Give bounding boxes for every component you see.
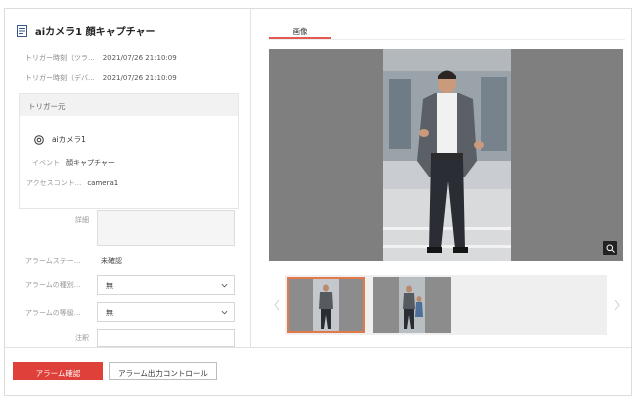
thumbnail-2[interactable] (373, 277, 451, 333)
alarm-level-select[interactable]: 無 (97, 302, 235, 322)
alarm-status-value: 未確認 (101, 257, 122, 265)
trigger-time-device: トリガー時刻（デバ... 2021/07/26 21:10:09 (25, 73, 177, 83)
access-value: camera1 (87, 179, 119, 187)
document-icon (17, 24, 27, 37)
page-title: aiカメラ1 顔キャプチャー (35, 27, 156, 38)
alarm-output-control-button[interactable]: アラーム出力コントロール (109, 362, 217, 380)
chevron-down-icon (221, 310, 228, 315)
alarm-status-label: アラームステー... (25, 257, 81, 265)
camera-icon (34, 134, 44, 145)
tab-image[interactable]: 画像 (269, 23, 331, 39)
trigger-source-section: トリガー元 aiカメラ1 イベント 顔キャプチャー アクセスコント... camer… (19, 93, 239, 209)
trigger-time-server-label: トリガー時刻（ツラ... (25, 54, 95, 62)
confirm-alarm-button[interactable]: アラーム確認 (13, 362, 103, 380)
thumbnail-image (289, 279, 363, 331)
chevron-down-icon (221, 283, 228, 288)
zoom-icon (606, 244, 615, 253)
remark-label: 詳細 (75, 216, 89, 224)
access-label: アクセスコント... (26, 179, 82, 187)
note-input[interactable] (97, 329, 235, 347)
trigger-time-device-value: 2021/07/26 21:10:09 (102, 74, 177, 82)
thumbnail-image (373, 277, 451, 333)
image-viewer (269, 49, 623, 261)
event-value: 顔キャプチャー (66, 159, 115, 167)
tab-divider (269, 39, 625, 40)
captured-photo (383, 49, 511, 261)
trigger-source-header: トリガー元 (20, 94, 238, 116)
trigger-event: イベント 顔キャプチャー (32, 158, 115, 168)
header: aiカメラ1 顔キャプチャー (17, 23, 156, 38)
alarm-type-select[interactable]: 無 (97, 275, 235, 295)
camera-name: aiカメラ1 (52, 135, 86, 144)
person-photo (383, 49, 511, 261)
trigger-time-server: トリガー時刻（ツラ... 2021/07/26 21:10:09 (25, 53, 177, 63)
trigger-time-server-value: 2021/07/26 21:10:09 (102, 54, 177, 62)
remark-field[interactable] (97, 210, 235, 246)
event-label: イベント (32, 159, 60, 167)
action-bar: アラーム確認 アラーム出力コントロール (5, 347, 631, 395)
alarm-info-panel: aiカメラ1 顔キャプチャー トリガー時刻（ツラ... 2021/07/26 21… (5, 9, 251, 347)
alarm-type-selected: 無 (106, 282, 113, 290)
note-label: 注釈 (75, 334, 89, 342)
trigger-camera: aiカメラ1 (34, 134, 86, 145)
alarm-level-label: アラームの等級... (25, 309, 81, 317)
trigger-access: アクセスコント... camera1 (26, 178, 118, 188)
alarm-level-selected: 無 (106, 309, 113, 317)
trigger-time-device-label: トリガー時刻（デバ... (25, 74, 95, 82)
chevron-left-icon[interactable] (273, 299, 281, 311)
zoom-button[interactable] (603, 241, 617, 255)
thumbnail-1[interactable] (287, 277, 365, 333)
chevron-right-icon[interactable] (613, 299, 621, 311)
alarm-type-label: アラームの種別... (25, 281, 81, 289)
alarm-detail-window: aiカメラ1 顔キャプチャー トリガー時刻（ツラ... 2021/07/26 21… (4, 8, 632, 396)
